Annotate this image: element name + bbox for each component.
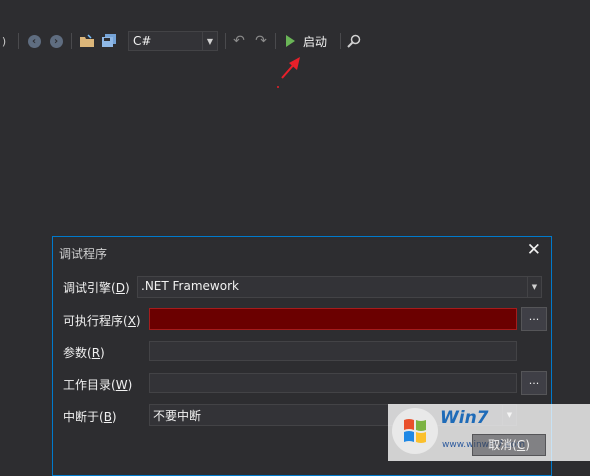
toolbar-separator xyxy=(340,33,341,49)
watermark-brand: Win7 xyxy=(440,408,489,428)
toolbar-edge-icon: ) xyxy=(1,34,7,48)
language-value: C# xyxy=(133,34,152,48)
browse-workdir-button[interactable]: ... xyxy=(521,371,547,395)
language-select[interactable]: C# ▼ xyxy=(128,31,218,51)
chevron-down-icon[interactable]: ▼ xyxy=(527,277,541,297)
back-icon[interactable]: ‹ xyxy=(26,28,42,54)
toolbar-separator xyxy=(18,33,19,49)
args-label: 参数(R) xyxy=(63,346,105,360)
redo-icon[interactable]: ↷ xyxy=(253,28,269,54)
engine-label: 调试引擎(D) xyxy=(63,281,130,295)
open-folder-icon[interactable] xyxy=(78,28,96,54)
toolbar-separator xyxy=(275,33,276,49)
toolbar-separator xyxy=(225,33,226,49)
dialog-title: 调试程序 xyxy=(59,247,108,261)
debug-engine-select[interactable]: .NET Framework ▼ xyxy=(137,276,542,298)
workdir-label: 工作目录(W) xyxy=(63,378,133,392)
break-at-value: 不要中断 xyxy=(153,409,202,423)
save-all-icon[interactable] xyxy=(100,28,118,54)
browse-executable-button[interactable]: ... xyxy=(521,307,547,331)
annotation-arrow xyxy=(277,57,300,88)
search-icon[interactable] xyxy=(346,28,362,54)
toolbar-separator xyxy=(71,33,72,49)
toolbar: ) ‹ › C# ▼ ↶ ↷ 启动 xyxy=(0,28,590,54)
arguments-input[interactable] xyxy=(149,341,517,361)
start-button[interactable]: 启动 xyxy=(282,28,327,54)
undo-icon[interactable]: ↶ xyxy=(231,28,247,54)
cancel-button[interactable]: 取消(C) xyxy=(472,434,546,456)
start-label: 启动 xyxy=(303,34,328,49)
breakat-label: 中断于(B) xyxy=(63,410,117,424)
forward-icon[interactable]: › xyxy=(48,28,64,54)
debug-engine-value: .NET Framework xyxy=(141,279,239,293)
windows-logo-icon xyxy=(392,408,438,454)
executable-input[interactable] xyxy=(149,308,517,330)
play-icon xyxy=(286,35,295,47)
close-icon[interactable]: ✕ xyxy=(527,240,541,260)
working-directory-input[interactable] xyxy=(149,373,517,393)
executable-label: 可执行程序(X) xyxy=(63,314,141,328)
chevron-down-icon[interactable]: ▼ xyxy=(202,32,217,50)
